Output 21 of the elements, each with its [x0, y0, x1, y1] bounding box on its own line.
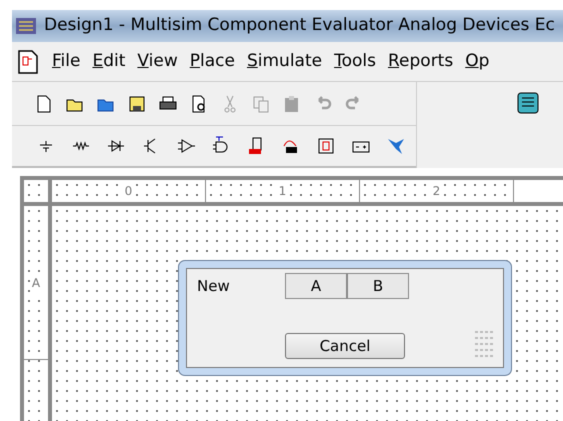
tab[interactable]: A	[285, 273, 347, 299]
schematic-canvas[interactable]: 0 1 2 A New A B Cancel	[20, 176, 563, 421]
dialog-label: New	[197, 276, 231, 297]
menu-item[interactable]: Place	[190, 48, 235, 74]
save-icon[interactable]	[127, 94, 147, 114]
menu-item[interactable]: Reports	[388, 48, 454, 74]
resize-grip-icon[interactable]	[473, 329, 495, 359]
menu-item[interactable]: File	[52, 48, 80, 74]
cancel-button[interactable]: Cancel	[285, 333, 405, 359]
app-logo-icon	[16, 18, 36, 34]
menu-item[interactable]: Edit	[92, 48, 126, 74]
wizard-logo-icon[interactable]	[386, 136, 406, 156]
document-icon[interactable]	[16, 48, 40, 74]
menu-item[interactable]: View	[137, 48, 178, 74]
menu-item[interactable]: Simulate	[246, 48, 322, 74]
indicator-icon[interactable]	[316, 136, 336, 156]
tab[interactable]: B	[347, 273, 409, 299]
window-title: Design1 - Multisim Component Evaluator Analog Devices Ec	[44, 14, 555, 38]
menu-item[interactable]: Tools	[334, 48, 376, 74]
description-box-icon[interactable]	[517, 92, 539, 114]
menu-item[interactable]: Op	[465, 48, 490, 74]
